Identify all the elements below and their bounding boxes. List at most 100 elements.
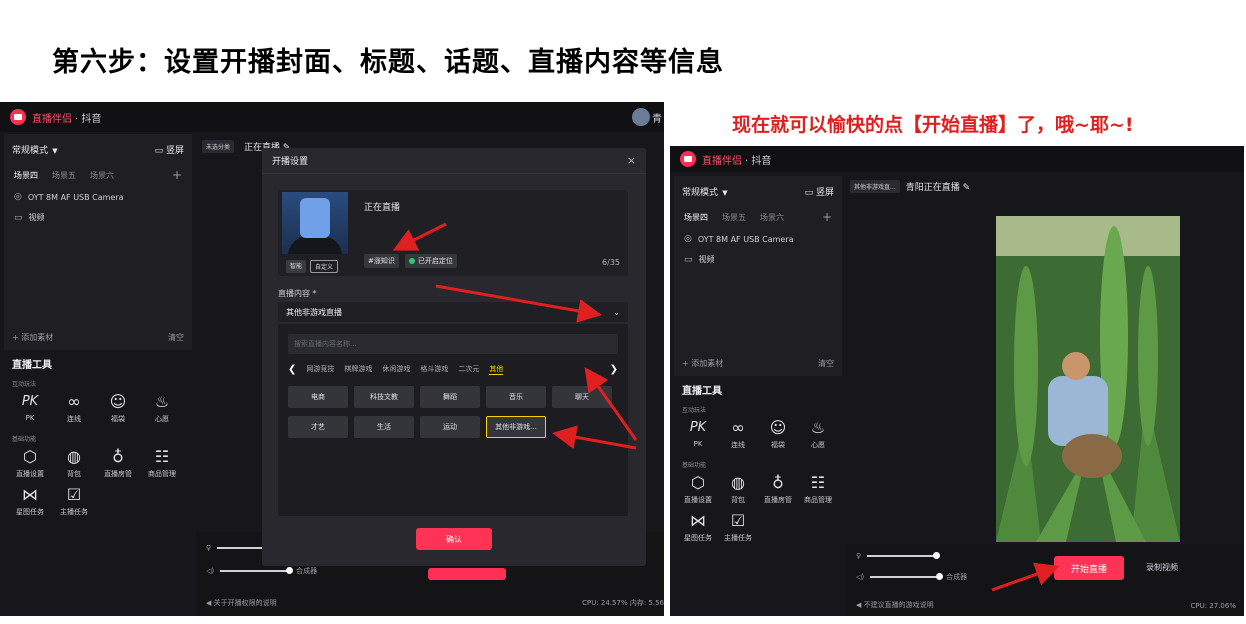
tool-star-task[interactable]: ⋈ 星图任务 bbox=[678, 511, 718, 543]
pk-icon: PK bbox=[21, 394, 39, 409]
modal-header: 开播设置 × bbox=[262, 148, 646, 174]
category-chip[interactable]: 其他非游戏直... bbox=[850, 179, 900, 193]
content-select[interactable]: 其他非游戏直播 ⌄ bbox=[278, 302, 628, 322]
tab-category[interactable]: 休闲游戏 bbox=[382, 364, 410, 374]
add-source-button[interactable]: + 添加素材 bbox=[12, 332, 53, 343]
tab-scene-5[interactable]: 场景五 bbox=[722, 212, 746, 223]
user-avatar[interactable] bbox=[632, 108, 650, 126]
tool-label: 直播设置 bbox=[684, 496, 712, 504]
tab-category[interactable]: 棋牌游戏 bbox=[344, 364, 372, 374]
mic-icon: ♀ bbox=[206, 544, 212, 552]
cover-custom-button[interactable]: 自定义 bbox=[310, 260, 339, 273]
source-video[interactable]: ▭ 视频 bbox=[674, 248, 842, 269]
step-heading: 第六步：设置开播封面、标题、话题、直播内容等信息 bbox=[52, 47, 724, 78]
tool-room-admin[interactable]: ♁ 直播房管 bbox=[758, 473, 798, 505]
tool-label: 星图任务 bbox=[16, 508, 44, 516]
tool-room-admin[interactable]: ♁ 直播房管 bbox=[96, 447, 140, 479]
tool-luckybag[interactable]: ☺ 福袋 bbox=[96, 392, 140, 424]
option-sports[interactable]: 运动 bbox=[420, 416, 480, 438]
start-settings-modal: 开播设置 × 智能 自定义 正在直播 #涨知识 已开启定位 6/35 直播内容 … bbox=[262, 148, 646, 566]
tool-luckybag[interactable]: ☺ 福袋 bbox=[758, 418, 798, 450]
tool-label: 心愿 bbox=[811, 441, 825, 449]
clear-button[interactable]: 清空 bbox=[818, 358, 834, 369]
tools-title: 直播工具 bbox=[682, 386, 722, 397]
tool-wish[interactable]: ♨ 心愿 bbox=[798, 418, 838, 450]
cover-image[interactable] bbox=[282, 192, 348, 254]
tab-scene-6[interactable]: 场景六 bbox=[760, 212, 784, 223]
topic-tag[interactable]: #涨知识 bbox=[364, 254, 399, 268]
add-source-button[interactable]: + 添加素材 bbox=[682, 358, 723, 369]
tab-category[interactable]: 二次元 bbox=[458, 364, 479, 374]
tab-category[interactable]: 网游竞技 bbox=[306, 364, 334, 374]
confirm-button[interactable]: 确认 bbox=[416, 528, 492, 550]
add-scene-icon[interactable]: + bbox=[172, 168, 182, 182]
content-search-input[interactable] bbox=[288, 334, 618, 354]
speaker-volume-slider[interactable]: ◁) 合成器 bbox=[206, 566, 317, 576]
title-input[interactable]: 正在直播 bbox=[364, 200, 400, 213]
tool-anchor-task[interactable]: ☑ 主播任务 bbox=[52, 485, 96, 517]
start-live-button[interactable]: 开始直播 bbox=[1054, 556, 1124, 580]
start-live-button-obscured[interactable] bbox=[428, 568, 506, 580]
tool-link[interactable]: ∞ 连线 bbox=[718, 418, 758, 450]
record-video-button[interactable]: 录制视频 bbox=[1146, 562, 1178, 573]
app-logo-icon bbox=[680, 151, 696, 167]
tool-backpack[interactable]: ◍ 背包 bbox=[52, 447, 96, 479]
source-camera[interactable]: ◎ OYT 8M AF USB Camera bbox=[674, 228, 842, 248]
cover-smart-button[interactable]: 智能 bbox=[286, 260, 307, 273]
tool-label: PK bbox=[693, 440, 703, 448]
game-notice[interactable]: ◀ 不建议直播的游戏说明 bbox=[856, 600, 934, 610]
close-icon[interactable]: × bbox=[627, 154, 636, 167]
tool-backpack[interactable]: ◍ 背包 bbox=[718, 473, 758, 505]
tool-pk[interactable]: PK PK bbox=[8, 392, 52, 424]
settings-icon: ⬡ bbox=[691, 473, 705, 492]
mixer-label: 合成器 bbox=[296, 567, 318, 575]
location-tag[interactable]: 已开启定位 bbox=[404, 254, 457, 268]
tool-label: 背包 bbox=[731, 496, 745, 504]
app-platform: · 抖音 bbox=[75, 113, 102, 125]
product-icon: ☷ bbox=[810, 473, 826, 492]
tabs-next-icon[interactable]: ❯ bbox=[610, 364, 618, 375]
tool-link[interactable]: ∞ 连线 bbox=[52, 392, 96, 424]
option-talent[interactable]: 才艺 bbox=[288, 416, 348, 438]
add-scene-icon[interactable]: + bbox=[822, 210, 832, 224]
tool-product-manage[interactable]: ☷ 商品管理 bbox=[140, 447, 184, 479]
mic-volume-slider[interactable]: ♀ bbox=[856, 552, 941, 560]
option-dance[interactable]: 舞蹈 bbox=[420, 386, 480, 408]
tab-scene-6[interactable]: 场景六 bbox=[90, 170, 114, 181]
clear-button[interactable]: 清空 bbox=[168, 332, 184, 343]
tool-product-manage[interactable]: ☷ 商品管理 bbox=[798, 473, 838, 505]
anchor-task-icon: ☑ bbox=[66, 485, 82, 504]
live-title[interactable]: 青阳正在直播 ✎ bbox=[906, 180, 970, 193]
tool-wish[interactable]: ♨ 心愿 bbox=[140, 392, 184, 424]
tool-anchor-task[interactable]: ☑ 主播任务 bbox=[718, 511, 758, 543]
option-other-non-game[interactable]: 其他非游戏... bbox=[486, 416, 546, 438]
mode-select[interactable]: 常规模式 ▼ bbox=[12, 143, 58, 156]
source-video[interactable]: ▭ 视频 bbox=[4, 206, 192, 227]
screen-toggle-button[interactable]: ▭ 竖屏 bbox=[155, 143, 184, 156]
tab-category[interactable]: 格斗游戏 bbox=[420, 364, 448, 374]
permission-notice[interactable]: ◀ 关于开播权限的说明 bbox=[206, 598, 277, 608]
tool-label: 星图任务 bbox=[684, 534, 712, 542]
tool-star-task[interactable]: ⋈ 星图任务 bbox=[8, 485, 52, 517]
tool-live-settings[interactable]: ⬡ 直播设置 bbox=[678, 473, 718, 505]
tab-scene-4[interactable]: 场景四 bbox=[14, 170, 38, 181]
option-life[interactable]: 生活 bbox=[354, 416, 414, 438]
tool-pk[interactable]: PK PK bbox=[678, 418, 718, 450]
mode-select[interactable]: 常规模式 ▼ bbox=[682, 185, 728, 198]
tab-category-other[interactable]: 其他 bbox=[489, 364, 504, 375]
screen-toggle-button[interactable]: ▭ 竖屏 bbox=[805, 185, 834, 198]
option-ecommerce[interactable]: 电商 bbox=[288, 386, 348, 408]
option-music[interactable]: 音乐 bbox=[486, 386, 546, 408]
tool-label: PK bbox=[25, 414, 35, 422]
tab-scene-4[interactable]: 场景四 bbox=[684, 212, 708, 223]
tab-scene-5[interactable]: 场景五 bbox=[52, 170, 76, 181]
backpack-icon: ◍ bbox=[67, 447, 81, 466]
source-camera[interactable]: ◎ OYT 8M AF USB Camera bbox=[4, 186, 192, 206]
speaker-volume-slider[interactable]: ◁) 合成器 bbox=[856, 572, 967, 582]
option-tech-edu[interactable]: 科技文教 bbox=[354, 386, 414, 408]
app-platform: · 抖音 bbox=[745, 155, 772, 167]
tabs-prev-icon[interactable]: ❮ bbox=[288, 364, 296, 375]
category-chip[interactable]: 未选分类 bbox=[202, 139, 235, 153]
tool-live-settings[interactable]: ⬡ 直播设置 bbox=[8, 447, 52, 479]
option-chat[interactable]: 聊天 bbox=[552, 386, 612, 408]
